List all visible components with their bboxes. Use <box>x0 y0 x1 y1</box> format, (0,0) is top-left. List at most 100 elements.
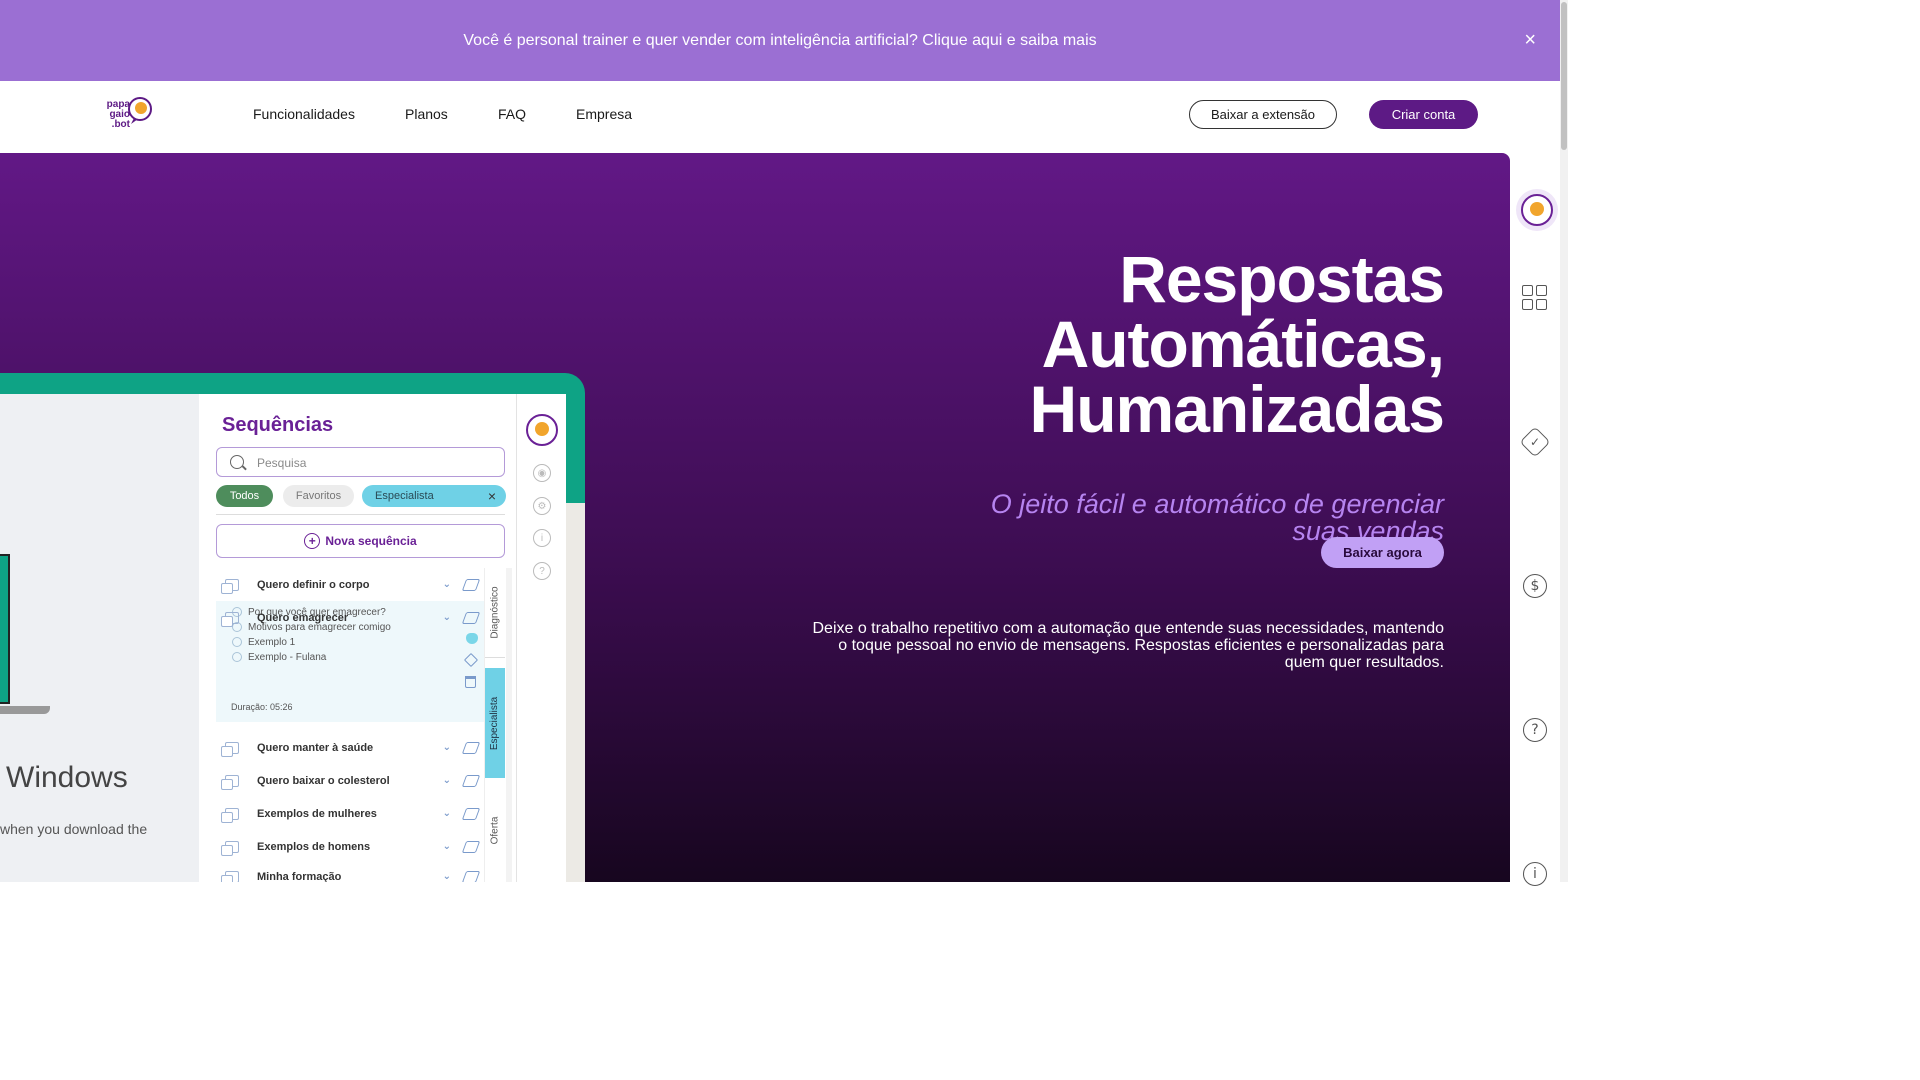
chevron-down-icon[interactable]: ⌄ <box>443 808 451 819</box>
send-icon[interactable] <box>461 611 481 624</box>
page-scrollbar[interactable] <box>1560 0 1568 882</box>
grid-icon[interactable] <box>1522 285 1548 311</box>
copy-icon[interactable] <box>221 870 239 882</box>
panel-scrollbar[interactable] <box>506 568 512 882</box>
create-account-button[interactable]: Criar conta <box>1369 100 1478 129</box>
mockup-desktop <box>0 394 199 882</box>
close-icon[interactable]: × <box>1524 30 1536 50</box>
sequence-step-label: Exemplo 1 <box>248 637 296 648</box>
download-now-button[interactable]: Baixar agora <box>1321 537 1444 568</box>
hero-description: Deixe o trabalho repetitivo com a automa… <box>784 620 1444 671</box>
copy-icon[interactable] <box>221 774 239 790</box>
copy-icon[interactable] <box>221 611 239 627</box>
grid-cell <box>1536 285 1547 296</box>
scrollbar-thumb[interactable] <box>1561 2 1567 150</box>
list-item[interactable]: Quero emagrecer ⌄ <box>216 601 484 634</box>
list-item[interactable]: Exemplos de mulheres ⌄ <box>216 797 484 830</box>
search-input[interactable]: Pesquisa <box>216 447 505 477</box>
grid-cell <box>1522 285 1533 296</box>
plus-circle-icon: + <box>304 533 321 549</box>
tab-diagnostic-label: Diagnóstico <box>489 586 501 639</box>
info-icon[interactable]: i <box>533 529 551 547</box>
send-icon[interactable] <box>461 774 481 787</box>
list-item-label: Quero manter à saúde <box>257 741 374 754</box>
dollar-icon[interactable]: $ <box>1523 574 1547 598</box>
grid-cell <box>1522 299 1533 310</box>
list-item-label: Exemplos de mulheres <box>257 807 377 820</box>
list-item-label: Quero definir o corpo <box>257 578 370 591</box>
list-item[interactable]: Quero definir o corpo ⌄ <box>216 568 484 601</box>
tab-offer-label: Oferta <box>489 816 501 845</box>
panel-title: Sequências <box>222 414 334 436</box>
laptop-illustration <box>0 554 10 704</box>
parrot-logo-icon <box>1521 194 1553 226</box>
parrot-logo-icon[interactable] <box>526 414 558 446</box>
hero-description-line-3: quem quer resultados. <box>1284 654 1444 671</box>
hero-description-line-1: Deixe o trabalho repetitivo com a automa… <box>812 620 1444 637</box>
windows-heading: Windows <box>6 761 128 794</box>
tab-offer[interactable]: Oferta <box>485 793 505 868</box>
hero-subheadline-line-1: O jeito fácil e automático de gerenciar <box>990 489 1444 519</box>
new-sequence-button[interactable]: + Nova sequência <box>216 524 505 558</box>
list-item[interactable]: Quero baixar o colesterol ⌄ <box>216 764 484 797</box>
edit-icon[interactable] <box>463 652 479 668</box>
chevron-down-icon[interactable]: ⌄ <box>443 612 451 623</box>
hero-headline-line-2: Automáticas, <box>1041 307 1445 381</box>
copy-icon[interactable] <box>221 578 239 594</box>
logo[interactable]: papa gaio .bot <box>90 96 160 138</box>
info-icon[interactable]: i <box>1523 862 1547 886</box>
send-icon[interactable] <box>461 870 481 882</box>
send-icon[interactable] <box>461 741 481 754</box>
list-item[interactable]: Quero manter à saúde ⌄ <box>216 731 484 764</box>
divider <box>216 514 505 515</box>
chevron-down-icon[interactable]: ⌄ <box>443 775 451 786</box>
search-placeholder: Pesquisa <box>257 456 307 470</box>
gear-icon[interactable]: ⚙ <box>533 497 551 515</box>
chevron-down-icon[interactable]: ⌄ <box>443 742 451 753</box>
promo-banner[interactable]: Você é personal trainer e quer vender co… <box>0 0 1560 81</box>
send-icon[interactable] <box>461 807 481 820</box>
send-icon[interactable] <box>461 578 481 591</box>
eye-icon[interactable]: ◉ <box>533 464 551 482</box>
logo-icon[interactable] <box>1516 189 1558 231</box>
tab-specialist-label: Especialista <box>489 696 501 750</box>
filter-chip-favorites[interactable]: Favoritos <box>283 485 354 507</box>
filter-chip-all[interactable]: Todos <box>216 485 273 507</box>
heart-icon[interactable] <box>466 633 478 644</box>
nav-link-planos[interactable]: Planos <box>405 106 448 122</box>
badge-check-glyph: ✓ <box>1529 435 1541 449</box>
promo-banner-text[interactable]: Você é personal trainer e quer vender co… <box>463 32 1096 50</box>
help-icon[interactable]: ? <box>1523 718 1547 742</box>
chevron-down-icon[interactable]: ⌄ <box>443 841 451 852</box>
logo-wordmark: papa gaio .bot <box>90 100 130 130</box>
chevron-down-icon[interactable]: ⌄ <box>443 871 451 882</box>
sequences-panel: Sequências Pesquisa Todos Favoritos Espe… <box>199 394 516 882</box>
nav-link-empresa[interactable]: Empresa <box>576 106 632 122</box>
nav-link-funcionalidades[interactable]: Funcionalidades <box>253 106 355 122</box>
list-item[interactable]: Minha formação ⌄ <box>216 860 484 882</box>
sequence-step-label: Exemplo - Fulana <box>248 652 327 663</box>
hero-description-line-2: o toque pessoal no envio de mensagens. R… <box>838 637 1444 654</box>
sequence-step: Exemplo 1 <box>232 637 295 648</box>
list-item[interactable]: Exemplos de homens ⌄ <box>216 830 484 863</box>
nav-link-faq[interactable]: FAQ <box>498 106 526 122</box>
extension-rail: ◉ ⚙ i ? <box>516 394 566 882</box>
copy-icon[interactable] <box>221 807 239 823</box>
copy-icon[interactable] <box>221 840 239 856</box>
mockup-edge <box>566 503 585 882</box>
tab-specialist[interactable]: Especialista <box>485 668 505 778</box>
tab-diagnostic[interactable]: Diagnóstico <box>485 568 505 658</box>
copy-icon[interactable] <box>221 741 239 757</box>
download-extension-button[interactable]: Baixar a extensão <box>1189 100 1337 129</box>
laptop-base <box>0 706 50 714</box>
hero-section: Windows when you download the Sequências… <box>0 153 1510 882</box>
trash-icon[interactable] <box>465 676 476 688</box>
grid-cell <box>1536 299 1547 310</box>
send-icon[interactable] <box>461 840 481 853</box>
help-icon[interactable]: ? <box>533 562 551 580</box>
new-sequence-label: Nova sequência <box>325 534 417 548</box>
close-icon[interactable]: × <box>488 488 496 504</box>
chevron-down-icon[interactable]: ⌄ <box>443 579 451 590</box>
filter-chip-specialist[interactable]: Especialista × <box>362 485 506 507</box>
filter-chip-specialist-label: Especialista <box>375 490 434 502</box>
